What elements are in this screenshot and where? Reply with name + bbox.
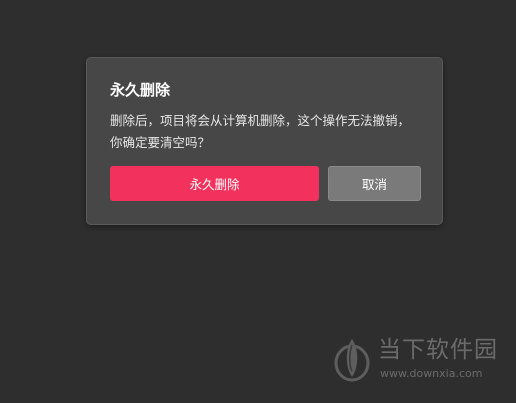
dialog-title: 永久删除 [110, 81, 171, 99]
dialog-message: 删除后，项目将会从计算机删除，这个操作无法撤销，你确定要清空吗？ [110, 113, 411, 150]
watermark-url: www.downxia.com [380, 367, 483, 380]
watermark: 当下软件园 www.downxia.com [332, 333, 504, 391]
cancel-button[interactable]: 取消 [328, 166, 421, 201]
downxia-logo-icon [334, 339, 370, 382]
permanent-delete-button[interactable]: 永久删除 [110, 166, 319, 201]
delete-dialog: 永久删除 删除后，项目将会从计算机删除，这个操作无法撤销，你确定要清空吗？ 永久… [86, 57, 443, 225]
watermark-name: 当下软件园 [378, 337, 498, 363]
